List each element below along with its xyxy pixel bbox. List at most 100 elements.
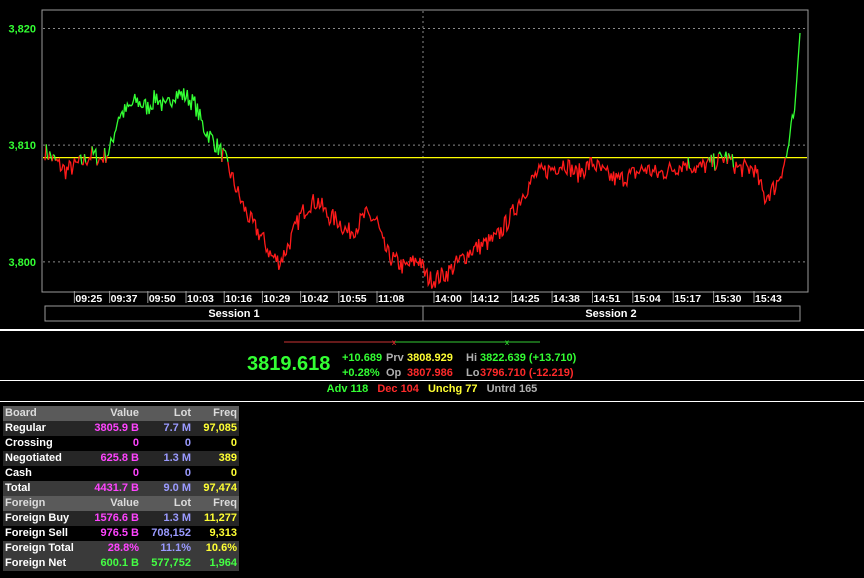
series-segment-down xyxy=(55,155,81,180)
series-segment-up xyxy=(91,146,98,166)
x-tick-label: 15:04 xyxy=(634,293,661,305)
row-lot: 0 xyxy=(184,467,191,479)
x-tick-label: 14:00 xyxy=(435,293,462,305)
row-freq: 0 xyxy=(230,467,237,479)
row-freq: 97,085 xyxy=(193,421,239,436)
row-freq: 11,277 xyxy=(193,511,239,526)
low-label: Lo xyxy=(466,367,480,379)
x-tick-label: 15:30 xyxy=(715,293,742,305)
svg-text:x: x xyxy=(392,338,396,347)
series-segment-down xyxy=(221,147,224,163)
advancers: Adv 118 xyxy=(326,383,369,395)
chart-grid xyxy=(43,11,807,291)
row-value: 600.1 B xyxy=(91,556,141,571)
series-segment-up xyxy=(731,154,735,168)
series-segment-down xyxy=(689,156,710,174)
x-tick-label: 14:25 xyxy=(513,293,540,305)
x-tick-label: 11:08 xyxy=(378,293,404,305)
series-segment-up xyxy=(784,32,801,159)
row-freq: 389 xyxy=(193,451,239,466)
row-label: Foreign Sell xyxy=(5,527,68,539)
lot-header: Lot xyxy=(141,406,193,421)
quote-divider xyxy=(0,380,864,381)
series-segment-down xyxy=(100,147,106,163)
lot-header: Lot xyxy=(141,496,193,511)
board-summary-table: Board Value Lot Freq Regular 3805.9 B 7.… xyxy=(3,406,239,571)
prev-close-label: Prv xyxy=(386,352,404,364)
x-tick-label: 10:16 xyxy=(225,293,252,305)
series-segment-down xyxy=(105,155,108,163)
foreign-header: Foreign xyxy=(3,496,91,511)
high-value: 3822.639 (+13.710) xyxy=(480,352,577,364)
row-freq: 1,964 xyxy=(193,556,239,571)
x-tick-label: 09:37 xyxy=(111,293,138,305)
freq-header: Freq xyxy=(193,406,239,421)
board-header-row: Board Value Lot Freq xyxy=(3,406,239,421)
x-tick-label: 14:51 xyxy=(593,293,620,305)
untraded: Untrd 165 xyxy=(486,383,538,395)
x-tick-label: 15:43 xyxy=(755,293,782,305)
market-breadth: Adv 118 Dec 104 Unchg 77 Untrd 165 xyxy=(0,383,864,395)
foreign-header-row: Foreign Value Lot Freq xyxy=(3,496,239,511)
row-label: Cash xyxy=(5,467,32,479)
series-segment-down xyxy=(85,146,93,167)
value-header: Value xyxy=(91,406,141,421)
open-label: Op xyxy=(386,367,402,379)
x-tick-label: 14:12 xyxy=(472,293,499,305)
x-tick-label: 09:50 xyxy=(149,293,176,305)
table-row: Foreign Total 28.8% 11.1% 10.6% xyxy=(3,541,239,556)
table-row: Crossing 0 0 0 xyxy=(3,436,239,451)
x-tick-label: 10:03 xyxy=(187,293,214,305)
row-freq: 0 xyxy=(230,437,237,449)
table-row: Regular 3805.9 B 7.7 M 97,085 xyxy=(3,421,239,436)
intraday-chart: 3,800 3,810 3,820 09:25 09:37 09:50 10:03 10:1… xyxy=(8,9,809,322)
x-tick-label: 10:29 xyxy=(263,293,290,305)
table-row: Cash 0 0 0 xyxy=(3,466,239,481)
svg-text:x: x xyxy=(505,338,509,347)
breadth-divider xyxy=(0,401,864,402)
prev-close-value: 3808.929 xyxy=(407,352,453,364)
row-lot: 1.3 M xyxy=(141,511,193,526)
row-value: 28.8% xyxy=(91,541,141,556)
row-freq: 10.6% xyxy=(193,541,239,556)
x-tick-label: 10:42 xyxy=(302,293,329,305)
unchanged: Unchg 77 xyxy=(427,383,478,395)
series-segment-up xyxy=(718,151,723,158)
chart-divider xyxy=(0,329,864,331)
session-1-label: Session 1 xyxy=(208,308,259,320)
low-value: 3796.710 (-12.219) xyxy=(480,367,574,379)
row-label: Negotiated xyxy=(3,451,91,466)
row-value: 3805.9 B xyxy=(91,421,141,436)
series-segment-down xyxy=(726,153,730,164)
high-label: Hi xyxy=(466,352,477,364)
row-label: Foreign Net xyxy=(3,556,91,571)
row-freq: 9,313 xyxy=(209,527,237,539)
series-segment-up xyxy=(83,154,87,163)
x-tick-label: 09:25 xyxy=(75,293,102,305)
series-segment-up xyxy=(222,147,229,163)
row-lot: 11.1% xyxy=(141,541,193,556)
row-lot: 7.7 M xyxy=(141,421,193,436)
y-tick-label: 3,820 xyxy=(8,24,36,36)
y-axis-labels: 3,800 3,810 3,820 xyxy=(8,24,36,269)
row-value: 0 xyxy=(132,467,139,479)
row-value: 1576.6 B xyxy=(91,511,141,526)
row-freq: 97,474 xyxy=(193,481,239,496)
x-tick-label: 10:55 xyxy=(340,293,367,305)
value-header: Value xyxy=(91,496,141,511)
row-lot: 0 xyxy=(184,437,191,449)
row-value: 976.5 B xyxy=(100,527,139,539)
table-row: Foreign Sell 976.5 B 708,152 9,313 xyxy=(3,526,239,541)
y-tick-label: 3,810 xyxy=(8,140,36,152)
x-tick-label: 14:38 xyxy=(553,293,580,305)
row-lot: 1.3 M xyxy=(141,451,193,466)
open-value: 3807.986 xyxy=(407,367,453,379)
y-tick-label: 3,800 xyxy=(8,257,36,269)
row-value: 0 xyxy=(132,437,139,449)
change-value: +10.689 xyxy=(342,352,383,364)
table-row: Negotiated 625.8 B 1.3 M 389 xyxy=(3,451,239,466)
table-row: Foreign Net 600.1 B 577,752 1,964 xyxy=(3,556,239,571)
row-label: Total xyxy=(3,481,91,496)
decliners: Dec 104 xyxy=(377,383,419,395)
last-price: 3819.618 xyxy=(247,353,331,375)
